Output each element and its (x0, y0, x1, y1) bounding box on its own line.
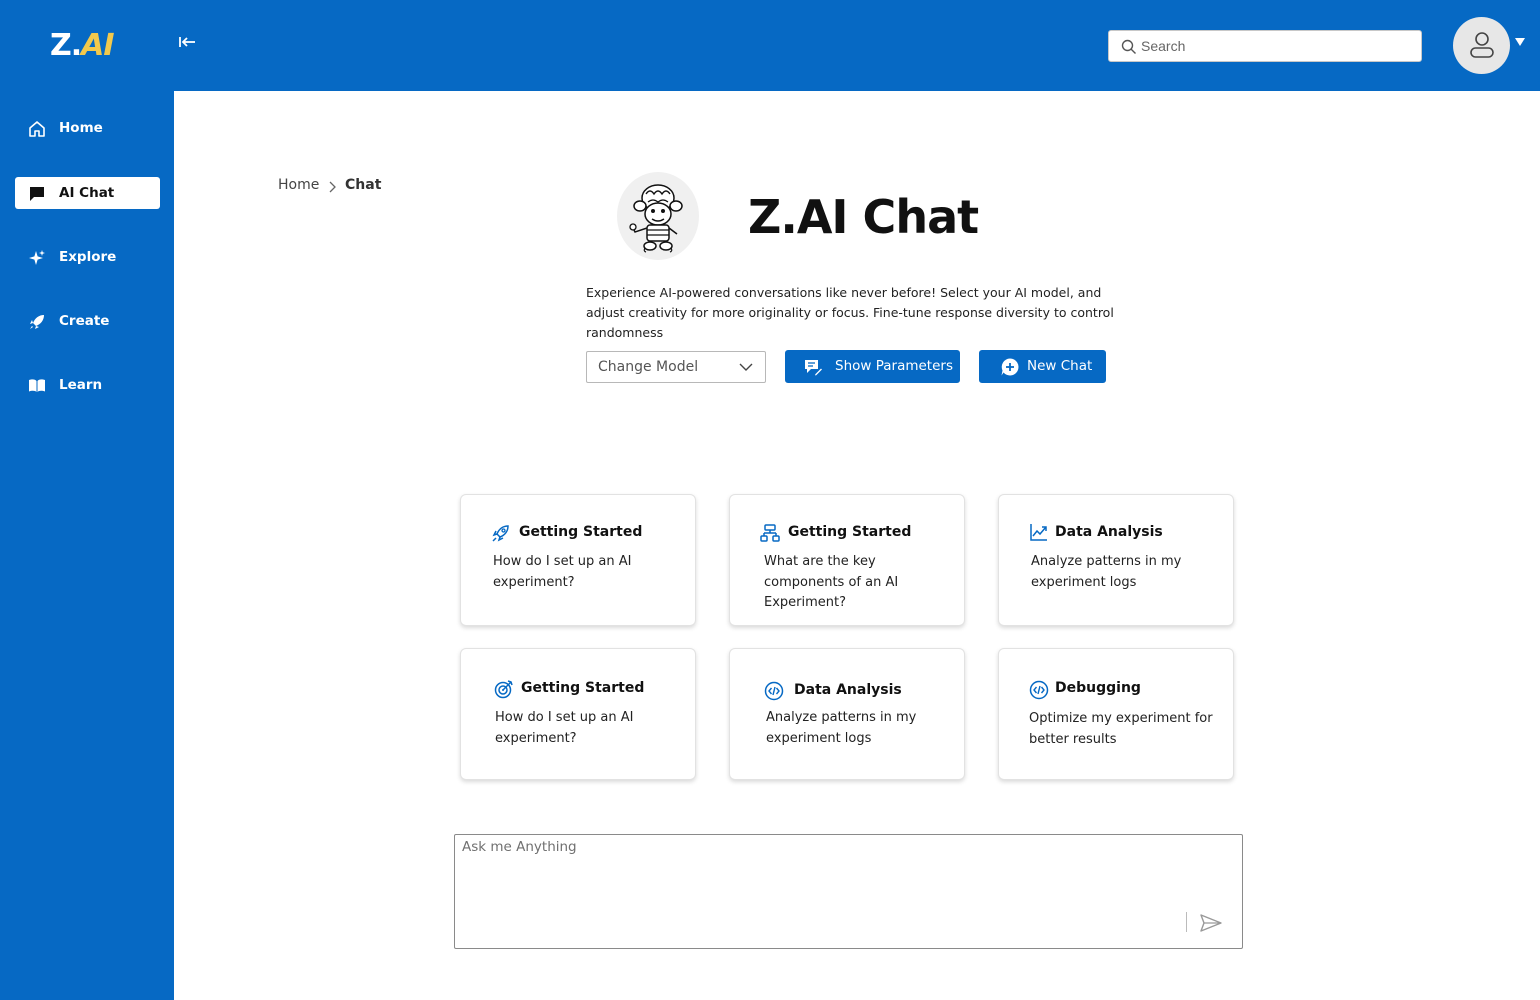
logo-accent-text: AI (81, 28, 114, 63)
code-icon (1029, 680, 1049, 700)
breadcrumb-current: Chat (345, 177, 382, 193)
code-icon (764, 681, 784, 701)
user-icon (1470, 32, 1494, 58)
card-body: Analyze patterns in my experiment logs (1031, 554, 1182, 590)
trend-chart-icon (1030, 524, 1047, 541)
prompt-card[interactable]: Getting Started How do I set up an AI ex… (460, 494, 696, 626)
card-body: Analyze patterns in my experiment logs (766, 710, 917, 746)
card-title: Getting Started (521, 680, 645, 696)
app-logo[interactable]: Z.AI (50, 28, 115, 63)
hierarchy-icon (760, 524, 780, 542)
chat-input-box (454, 834, 1243, 949)
card-body: How do I set up an AI experiment? (493, 554, 632, 590)
show-parameters-button[interactable]: Show Parameters (785, 350, 960, 383)
sidebar-item-label: AI Chat (59, 185, 115, 201)
prompt-card[interactable]: Getting Started How do I set up an AI ex… (460, 648, 696, 780)
sidebar-item-ai-chat[interactable]: AI Chat (15, 177, 160, 209)
home-icon (29, 121, 45, 137)
prompt-card[interactable]: Data Analysis Analyze patterns in my exp… (998, 494, 1234, 626)
monkey-mascot-illustration (629, 184, 683, 253)
card-title: Getting Started (788, 524, 912, 540)
card-body: Optimize my experiment for better result… (1029, 711, 1213, 747)
sidebar-item-explore[interactable]: Explore (15, 241, 160, 273)
card-body: How do I set up an AI experiment? (495, 710, 634, 746)
breadcrumb: Home Chat (278, 177, 381, 193)
sidebar-item-label: Explore (59, 249, 117, 265)
add-chat-icon (1001, 358, 1019, 376)
collapse-left-icon (179, 37, 195, 47)
logo-text: Z. (50, 28, 82, 63)
card-title: Data Analysis (794, 682, 902, 698)
rocket-icon (492, 525, 509, 542)
sidebar-item-label: Learn (59, 377, 103, 393)
input-divider (1186, 912, 1187, 932)
prompt-card[interactable]: Getting Started What are the key compone… (729, 494, 965, 626)
chevron-right-icon (329, 181, 336, 193)
page-description: Experience AI-powered conversations like… (586, 285, 1114, 340)
user-menu-caret-icon[interactable] (1515, 38, 1525, 46)
prompt-card[interactable]: Debugging Optimize my experiment for bet… (998, 648, 1234, 780)
top-bar: Z.AI (0, 0, 1540, 91)
send-button[interactable] (1199, 913, 1223, 933)
sidebar-item-label: Home (59, 120, 103, 136)
card-body: What are the key components of an AI Exp… (764, 554, 899, 610)
target-icon (494, 680, 513, 699)
search-box (1108, 30, 1422, 62)
sidebar-item-label: Create (59, 313, 110, 329)
card-title: Debugging (1055, 680, 1141, 696)
sparkle-icon (29, 250, 45, 265)
change-model-dropdown[interactable]: Change Model (586, 351, 766, 383)
breadcrumb-home-link[interactable]: Home (278, 177, 319, 193)
search-input[interactable] (1141, 31, 1411, 61)
change-model-label: Change Model (598, 359, 699, 375)
chat-input[interactable] (462, 839, 1232, 909)
sidebar-item-learn[interactable]: Learn (15, 369, 160, 401)
rocket-icon (30, 315, 44, 329)
sidebar-item-create[interactable]: Create (15, 305, 160, 337)
card-title: Getting Started (519, 524, 643, 540)
mascot-image (617, 172, 699, 260)
book-icon (29, 379, 45, 392)
send-icon (1200, 914, 1222, 932)
new-chat-button[interactable]: New Chat (979, 350, 1106, 383)
chat-icon (30, 187, 44, 201)
chevron-down-icon (739, 363, 753, 371)
page-title: Z.AI Chat (748, 190, 979, 244)
sidebar: Home AI Chat Explore Create Learn (0, 91, 174, 1000)
new-chat-label: New Chat (1027, 358, 1093, 374)
edit-parameters-icon (805, 360, 823, 377)
card-title: Data Analysis (1055, 524, 1163, 540)
prompt-card[interactable]: Data Analysis Analyze patterns in my exp… (729, 648, 965, 780)
sidebar-item-home[interactable]: Home (15, 112, 160, 144)
show-parameters-label: Show Parameters (835, 358, 953, 374)
collapse-sidebar-button[interactable] (177, 32, 199, 54)
search-icon (1121, 39, 1136, 54)
user-avatar[interactable] (1453, 17, 1510, 74)
